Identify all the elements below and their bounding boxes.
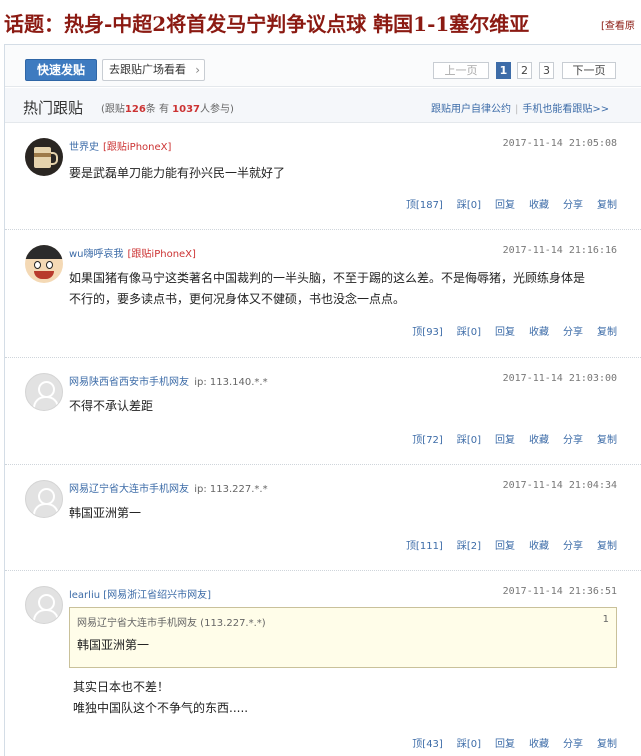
upvote-button[interactable]: 顶[43] bbox=[412, 739, 443, 750]
share-button[interactable]: 分享 bbox=[563, 327, 583, 338]
comment-text-line: 其实日本也不差！ bbox=[73, 680, 170, 694]
downvote-button[interactable]: 踩[0] bbox=[457, 200, 481, 211]
comment-actions: 顶[187] 踩[0] 回复 收藏 分享 复制 bbox=[392, 196, 617, 211]
cartoon-avatar[interactable] bbox=[25, 245, 63, 283]
reply-count: 126 bbox=[124, 104, 146, 115]
topic-title-bar: 话题：热身-中超2将首发马宁判争议点球 韩国1-1塞尔维亚 [查看原 bbox=[0, 0, 641, 40]
comment-actions: 顶[93] 踩[0] 回复 收藏 分享 复制 bbox=[398, 323, 617, 338]
copy-button[interactable]: 复制 bbox=[597, 327, 617, 338]
comment-item: 世界史 [跟贴iPhoneX] 2017-11-14 21:05:08 要是武磊单… bbox=[5, 124, 641, 230]
comment-text: 韩国亚洲第一 bbox=[69, 506, 142, 520]
page-button-3[interactable]: 3 bbox=[539, 62, 554, 79]
share-button[interactable]: 分享 bbox=[563, 200, 583, 211]
comment-time: 2017-11-14 21:04:34 bbox=[502, 480, 617, 491]
device-tag: [跟贴iPhoneX] bbox=[127, 249, 196, 260]
comment-panel: 快速发贴 去跟贴广场看看 › 上一页 1 2 3 下一页 热门跟贴 (跟贴126… bbox=[4, 44, 641, 756]
share-button[interactable]: 分享 bbox=[563, 739, 583, 750]
comment-text-line: 不行的，要多读点书，更何况身体又不健硕，书也没念一点点。 bbox=[69, 292, 406, 306]
user-name[interactable]: 网易陕西省西安市手机网友 bbox=[69, 377, 189, 388]
copy-button[interactable]: 复制 bbox=[597, 739, 617, 750]
comment-text: 不得不承认差距 bbox=[69, 399, 154, 413]
chevron-right-icon: › bbox=[195, 63, 200, 77]
comment-text: 要是武磊单刀能力能有孙兴民一半就好了 bbox=[69, 166, 286, 180]
comment-meta: wu嗨呼哀我 [跟贴iPhoneX] bbox=[69, 245, 196, 260]
participant-count: 1037 bbox=[172, 104, 200, 115]
comment-time: 2017-11-14 21:16:16 bbox=[502, 245, 617, 256]
comment-actions: 顶[43] 踩[0] 回复 收藏 分享 复制 bbox=[398, 735, 617, 750]
reply-button[interactable]: 回复 bbox=[495, 200, 515, 211]
user-name[interactable]: wu嗨呼哀我 bbox=[69, 249, 124, 260]
comment-square-button[interactable]: 去跟贴广场看看 › bbox=[102, 59, 205, 81]
upvote-button[interactable]: 顶[93] bbox=[412, 327, 443, 338]
user-name[interactable]: 网易辽宁省大连市手机网友 bbox=[69, 484, 189, 495]
comment-time: 2017-11-14 21:05:08 bbox=[502, 138, 617, 149]
default-user-avatar[interactable] bbox=[25, 373, 63, 411]
default-user-avatar[interactable] bbox=[25, 586, 63, 624]
upvote-button[interactable]: 顶[72] bbox=[412, 435, 443, 446]
comment-stats: (跟贴126条 有 1037人参与) bbox=[101, 104, 234, 115]
user-name[interactable]: learliu [网易浙江省绍兴市网友] bbox=[69, 590, 211, 601]
comment-time: 2017-11-14 21:36:51 bbox=[502, 586, 617, 597]
copy-button[interactable]: 复制 bbox=[597, 200, 617, 211]
comment-meta: learliu [网易浙江省绍兴市网友] bbox=[69, 586, 211, 601]
header-links: 跟贴用户自律公约 | 手机也能看跟贴>> bbox=[431, 104, 610, 115]
quote-text: 韩国亚洲第一 bbox=[77, 638, 150, 652]
hot-comments-title: 热门跟贴 bbox=[23, 99, 84, 117]
mobile-link[interactable]: 手机也能看跟贴>> bbox=[522, 104, 609, 115]
device-tag: [跟贴iPhoneX] bbox=[103, 142, 172, 153]
upvote-button[interactable]: 顶[111] bbox=[406, 541, 443, 552]
favorite-button[interactable]: 收藏 bbox=[529, 435, 549, 446]
convention-link[interactable]: 跟贴用户自律公约 bbox=[431, 104, 511, 115]
share-button[interactable]: 分享 bbox=[563, 541, 583, 552]
comment-actions: 顶[111] 踩[2] 回复 收藏 分享 复制 bbox=[392, 537, 617, 552]
share-button[interactable]: 分享 bbox=[563, 435, 583, 446]
toolbar: 快速发贴 去跟贴广场看看 › 上一页 1 2 3 下一页 bbox=[5, 45, 641, 87]
user-name[interactable]: 世界史 bbox=[69, 142, 99, 153]
comment-meta: 世界史 [跟贴iPhoneX] bbox=[69, 138, 171, 153]
downvote-button[interactable]: 踩[0] bbox=[457, 435, 481, 446]
prev-page-button[interactable]: 上一页 bbox=[433, 62, 489, 79]
reply-button[interactable]: 回复 bbox=[495, 541, 515, 552]
topic-title: 话题：热身-中超2将首发马宁判争议点球 韩国1-1塞尔维亚 bbox=[4, 12, 530, 36]
comment-item: 网易辽宁省大连市手机网友 ip: 113.227.*.* 2017-11-14 … bbox=[5, 466, 641, 571]
comment-actions: 顶[72] 踩[0] 回复 收藏 分享 复制 bbox=[398, 431, 617, 446]
comment-text: 如果国猪有像马宁这类著名中国裁判的一半头脑，不至于踢的这么差。不是侮辱猪，光顾练… bbox=[69, 268, 619, 310]
comment-item: learliu [网易浙江省绍兴市网友] 2017-11-14 21:36:51… bbox=[5, 572, 641, 756]
downvote-button[interactable]: 踩[2] bbox=[457, 541, 481, 552]
copy-button[interactable]: 复制 bbox=[597, 541, 617, 552]
comment-text-line: 如果国猪有像马宁这类著名中国裁判的一半头脑，不至于踢的这么差。不是侮辱猪，光顾练… bbox=[69, 271, 586, 285]
ip-address: ip: 113.227.*.* bbox=[194, 484, 268, 495]
default-user-avatar[interactable] bbox=[25, 480, 63, 518]
page-button-1[interactable]: 1 bbox=[496, 62, 511, 79]
comment-time: 2017-11-14 21:03:00 bbox=[502, 373, 617, 384]
next-page-button[interactable]: 下一页 bbox=[562, 62, 616, 79]
quoted-comment: 网易辽宁省大连市手机网友 (113.227.*.*) 1 韩国亚洲第一 bbox=[69, 607, 617, 668]
comment-text-line: 唯独中国队这个不争气的东西..... bbox=[73, 701, 249, 715]
quote-floor-number: 1 bbox=[602, 614, 609, 625]
comment-square-label: 去跟贴广场看看 bbox=[109, 63, 186, 76]
quick-post-button[interactable]: 快速发贴 bbox=[25, 59, 97, 81]
reply-button[interactable]: 回复 bbox=[495, 435, 515, 446]
hot-comments-header: 热门跟贴 (跟贴126条 有 1037人参与) 跟贴用户自律公约 | 手机也能看跟贴… bbox=[5, 88, 641, 123]
reply-button[interactable]: 回复 bbox=[495, 327, 515, 338]
comment-item: 网易陕西省西安市手机网友 ip: 113.140.*.* 2017-11-14 … bbox=[5, 359, 641, 465]
view-original-link[interactable]: [查看原 bbox=[601, 17, 635, 32]
downvote-button[interactable]: 踩[0] bbox=[457, 327, 481, 338]
favorite-button[interactable]: 收藏 bbox=[529, 327, 549, 338]
downvote-button[interactable]: 踩[0] bbox=[457, 739, 481, 750]
comment-meta: 网易陕西省西安市手机网友 ip: 113.140.*.* bbox=[69, 373, 268, 388]
upvote-button[interactable]: 顶[187] bbox=[406, 200, 443, 211]
teacup-avatar[interactable] bbox=[25, 138, 63, 176]
quote-meta: 网易辽宁省大连市手机网友 (113.227.*.*) bbox=[77, 618, 266, 629]
copy-button[interactable]: 复制 bbox=[597, 435, 617, 446]
comment-item: wu嗨呼哀我 [跟贴iPhoneX] 2017-11-14 21:16:16 如果… bbox=[5, 231, 641, 358]
reply-button[interactable]: 回复 bbox=[495, 739, 515, 750]
ip-address: ip: 113.140.*.* bbox=[194, 377, 268, 388]
page-button-2[interactable]: 2 bbox=[517, 62, 532, 79]
favorite-button[interactable]: 收藏 bbox=[529, 200, 549, 211]
favorite-button[interactable]: 收藏 bbox=[529, 739, 549, 750]
comment-meta: 网易辽宁省大连市手机网友 ip: 113.227.*.* bbox=[69, 480, 268, 495]
comment-text: 其实日本也不差！ 唯独中国队这个不争气的东西..... bbox=[73, 677, 623, 719]
favorite-button[interactable]: 收藏 bbox=[529, 541, 549, 552]
